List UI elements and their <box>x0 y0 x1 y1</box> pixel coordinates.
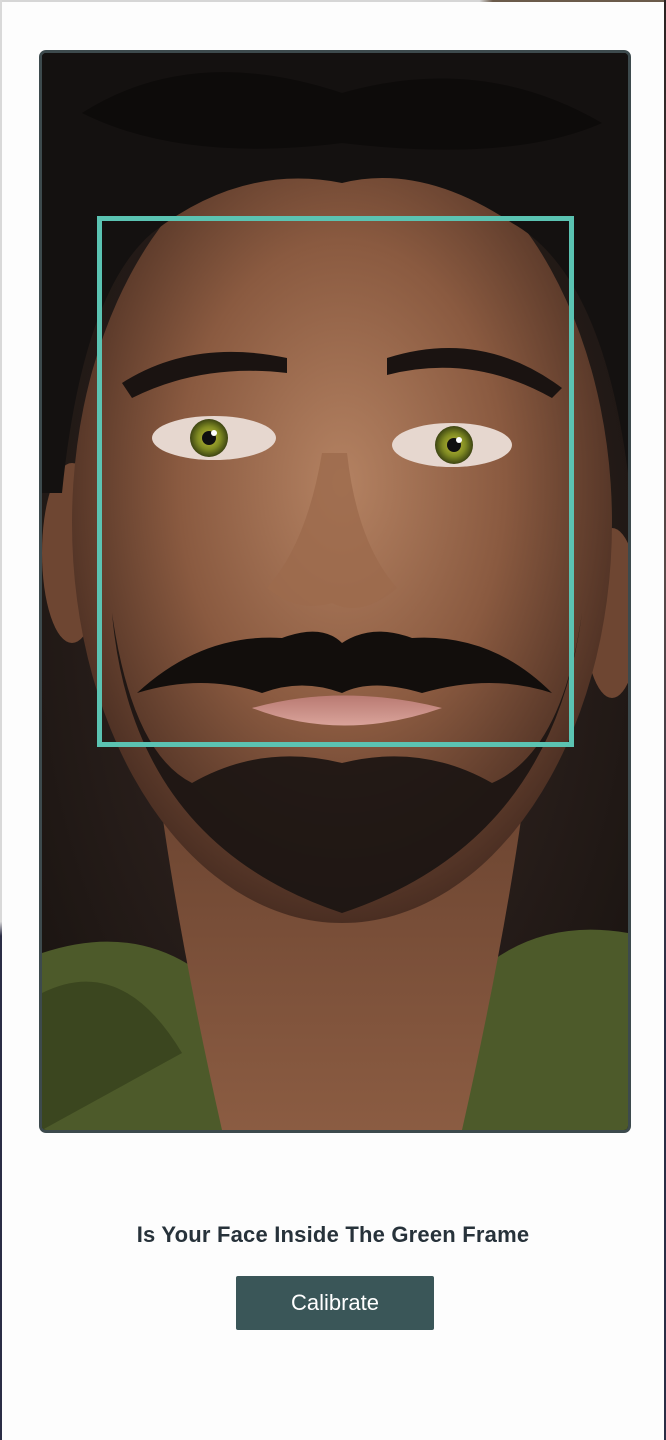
camera-preview <box>39 50 631 1133</box>
calibration-prompt: Is Your Face Inside The Green Frame <box>136 1222 530 1247</box>
window-edge-top <box>0 0 666 2</box>
calibration-screen: Is Your Face Inside The Green Frame Cali… <box>0 0 666 1440</box>
camera-feed-image <box>42 53 628 1130</box>
calibrate-button[interactable]: Calibrate <box>236 1276 434 1330</box>
